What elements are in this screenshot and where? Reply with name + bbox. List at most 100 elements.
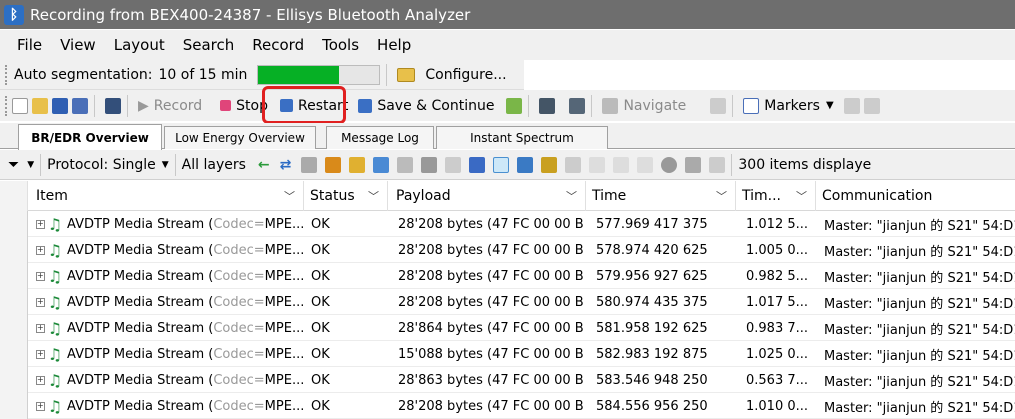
navigate-button[interactable]: Navigate: [602, 94, 686, 118]
layers-selector[interactable]: All layers: [182, 157, 246, 173]
payload-cell: 28'208 bytes (47 FC 00 00 B...: [398, 242, 584, 258]
payload-cell: 28'864 bytes (47 FC 00 00 B...: [398, 320, 584, 336]
reset-button[interactable]: [569, 94, 586, 118]
column-header-time[interactable]: Time ﹀: [586, 181, 736, 211]
items-table: Item ﹀ Status ﹀ Payload ﹀ Time ﹀ Tim... ﹀ Com…: [0, 181, 1015, 419]
table-row[interactable]: + ♫ AVDTP Media Stream (Codec= MPE... OK 28'8…: [0, 315, 1015, 341]
expand-icon[interactable]: +: [36, 271, 45, 281]
window-icon[interactable]: [637, 156, 654, 173]
save-as-button[interactable]: [72, 94, 88, 118]
tab-bredr-overview[interactable]: BR/EDR Overview: [18, 124, 162, 150]
toolbar-grip[interactable]: [5, 95, 8, 116]
back-arrow-icon[interactable]: ←: [258, 157, 270, 173]
chevron-down-icon[interactable]: ▼: [162, 160, 169, 170]
divider: [174, 153, 176, 176]
divider: [591, 94, 593, 117]
save-continue-button[interactable]: Save & Continue: [358, 94, 494, 118]
table-row[interactable]: + ♫ AVDTP Media Stream (Codec= MPE... OK 15'0…: [0, 341, 1015, 367]
chevron-down-icon[interactable]: ▼: [27, 160, 34, 170]
expand-icon[interactable]: +: [36, 401, 45, 411]
item-cell: + ♫ AVDTP Media Stream (Codec= MPE...: [36, 315, 304, 341]
table-row[interactable]: + ♫ AVDTP Media Stream (Codec= MPE... OK 28'2…: [0, 393, 1015, 419]
row-header[interactable]: [0, 211, 28, 237]
menu-tools[interactable]: Tools: [322, 36, 359, 54]
row-header[interactable]: [0, 367, 28, 393]
column-header-communication[interactable]: Communication: [816, 181, 1015, 211]
card-icon[interactable]: [517, 156, 534, 173]
find-button[interactable]: [105, 94, 121, 118]
swap-arrows-icon[interactable]: ⇄: [280, 157, 292, 173]
magnifier-icon[interactable]: [373, 156, 390, 173]
network-icon[interactable]: [685, 156, 702, 173]
expand-icon[interactable]: +: [36, 297, 45, 307]
row-header[interactable]: [0, 315, 28, 341]
table-row[interactable]: + ♫ AVDTP Media Stream (Codec= MPE... OK 28'8…: [0, 367, 1015, 393]
link-icon[interactable]: [301, 156, 318, 173]
music-note-icon[interactable]: [493, 156, 510, 173]
row-header[interactable]: [0, 237, 28, 263]
signal-icon[interactable]: [469, 156, 486, 173]
record-button[interactable]: ▶ Record: [138, 94, 202, 118]
codec-value: MPE...: [264, 372, 304, 388]
marker-next-button[interactable]: [863, 94, 880, 118]
protocol-selector[interactable]: Protocol: Single: [47, 157, 156, 173]
save-icon: [52, 97, 68, 114]
table-row[interactable]: + ♫ AVDTP Media Stream (Codec= MPE... OK 28'2…: [0, 237, 1015, 263]
marker-prev-button[interactable]: [843, 94, 860, 118]
set-icon: [539, 97, 556, 114]
title-bar: ᛒ Recording from BEX400-24387 - Ellisys …: [0, 0, 1015, 29]
table-row[interactable]: + ♫ AVDTP Media Stream (Codec= MPE... OK 28'2…: [0, 211, 1015, 237]
menu-help[interactable]: Help: [377, 36, 411, 54]
tab-message-log[interactable]: Message Log: [326, 126, 434, 149]
markers-button[interactable]: Markers ▼: [743, 94, 834, 118]
stack-icon[interactable]: [541, 156, 558, 173]
row-header[interactable]: [0, 393, 28, 419]
menu-record[interactable]: Record: [252, 36, 304, 54]
globe-icon[interactable]: [661, 156, 678, 173]
expand-icon[interactable]: +: [36, 349, 45, 359]
row-header[interactable]: [0, 263, 28, 289]
set-button[interactable]: [539, 94, 556, 118]
column-header-status[interactable]: Status ﹀: [304, 181, 388, 211]
column-header-time-delta[interactable]: Tim... ﹀: [736, 181, 816, 211]
column-header-payload[interactable]: Payload ﹀: [388, 181, 586, 211]
tab-low-energy-overview[interactable]: Low Energy Overview: [164, 126, 316, 149]
new-button[interactable]: [12, 94, 28, 118]
grid-icon[interactable]: [613, 156, 630, 173]
expand-icon[interactable]: +: [36, 219, 45, 229]
row-header[interactable]: [0, 341, 28, 367]
tab-instant-spectrum[interactable]: Instant Spectrum: [436, 126, 608, 149]
table-row[interactable]: + ♫ AVDTP Media Stream (Codec= MPE... OK 28'2…: [0, 289, 1015, 315]
table-body: + ♫ AVDTP Media Stream (Codec= MPE... OK 28'2…: [0, 211, 1015, 419]
save-button[interactable]: [52, 94, 68, 118]
table-row[interactable]: + ♫ AVDTP Media Stream (Codec= MPE... OK 28'2…: [0, 263, 1015, 289]
check-button[interactable]: [506, 94, 523, 118]
menu-view[interactable]: View: [60, 36, 96, 54]
stop-button[interactable]: Stop: [220, 94, 268, 118]
item-name: AVDTP Media Stream (: [67, 268, 214, 284]
menu-file[interactable]: File: [17, 36, 42, 54]
hat-icon[interactable]: [325, 156, 342, 173]
flag-icon[interactable]: [421, 156, 438, 173]
column-header-item[interactable]: Item ﹀: [28, 181, 304, 211]
row-header[interactable]: [0, 289, 28, 315]
filter-icon[interactable]: ⏷: [8, 157, 19, 173]
menu-layout[interactable]: Layout: [114, 36, 165, 54]
open-button[interactable]: [32, 94, 48, 118]
expand-icon[interactable]: +: [36, 323, 45, 333]
music-note-icon: ♫: [47, 344, 63, 364]
expand-icon[interactable]: +: [36, 375, 45, 385]
navigate-extra-button[interactable]: [710, 94, 727, 118]
keyboard-icon[interactable]: [709, 156, 726, 173]
mouse-icon[interactable]: [445, 156, 462, 173]
menu-search[interactable]: Search: [183, 36, 235, 54]
folder-icon[interactable]: [397, 67, 416, 82]
key-icon[interactable]: [349, 156, 366, 173]
grid-icon[interactable]: [589, 156, 606, 173]
phone-icon[interactable]: [397, 156, 414, 173]
expand-icon[interactable]: +: [36, 245, 45, 255]
row-header-corner: [0, 181, 28, 211]
copy-icon[interactable]: [565, 156, 582, 173]
toolbar-grip[interactable]: [5, 64, 8, 85]
configure-button[interactable]: Configure...: [425, 67, 506, 83]
